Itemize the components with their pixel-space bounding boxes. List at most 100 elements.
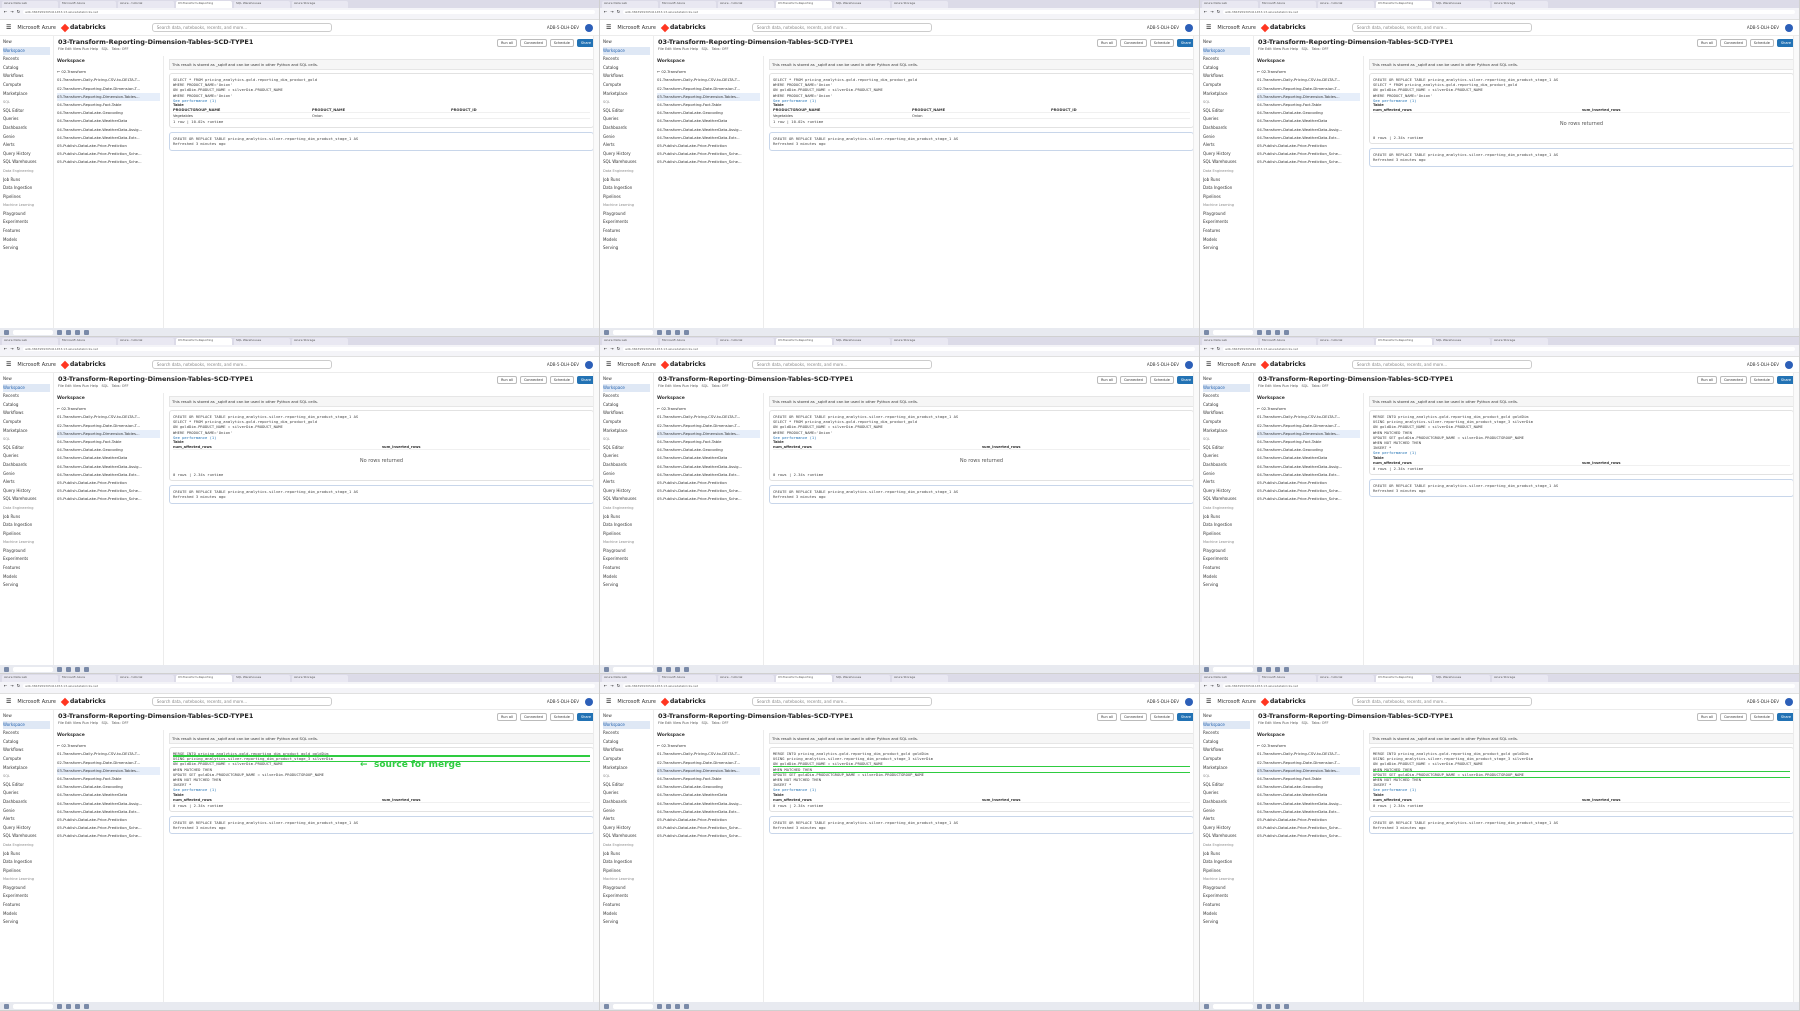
sidebar-item[interactable]: Marketplace xyxy=(3,427,50,436)
sidebar-item[interactable]: Dashboards xyxy=(603,124,650,133)
sidebar-item[interactable]: Recents xyxy=(3,729,50,738)
workspace-file-item[interactable]: 05-Publish-DataLake-Price-Prediction_Sch… xyxy=(1257,832,1360,840)
workspace-file-item[interactable]: 05-Publish-DataLake-Price-Prediction_Sch… xyxy=(657,150,760,158)
forward-icon[interactable]: → xyxy=(610,683,613,688)
browser-tab[interactable]: Azure - tutorial xyxy=(718,675,774,682)
workspace-file-item[interactable]: 03-Transform-Reporting-Dimension-Tables.… xyxy=(657,429,760,438)
sidebar-item[interactable]: Compute xyxy=(3,755,50,764)
workspace-file-item[interactable]: 01-Transform-Daily-Pricing-CSV-to-DELTA-… xyxy=(657,413,760,421)
sidebar-item[interactable]: Recents xyxy=(3,55,50,64)
workspace-file-item[interactable]: 03-Transform-Reporting-Dimension-Tables.… xyxy=(57,429,160,438)
taskbar-search[interactable] xyxy=(13,329,53,335)
workspace-file-item[interactable]: 03-Transform-Reporting-Dimension-Tables.… xyxy=(57,766,160,775)
workspace-file-item[interactable]: 04-Transform-DataLake-Geocoding xyxy=(57,446,160,454)
workspace-file-item[interactable]: 04-Transform-DataLake-WeatherData-Assig.… xyxy=(57,126,160,134)
column-header[interactable]: num_inserted_rows xyxy=(382,797,591,802)
app-icon[interactable] xyxy=(1266,666,1271,672)
sidebar-item[interactable]: Queries xyxy=(3,115,50,124)
code-editor[interactable]: CREATE OR REPLACE TABLE pricing_analytic… xyxy=(173,414,590,435)
notebook-cell[interactable]: MERGE INTO pricing_analytics.gold.report… xyxy=(1369,410,1794,475)
browser-tab-active[interactable]: 03-Transform-Reporting xyxy=(776,1,832,8)
sidebar-item[interactable]: Experiments xyxy=(603,555,650,564)
sidebar-item[interactable]: Genie xyxy=(603,807,650,816)
sidebar-item[interactable]: Alerts xyxy=(3,478,50,487)
workspace-file-item[interactable]: 04-Transform-DataLake-WeatherData xyxy=(57,454,160,462)
start-icon[interactable] xyxy=(1204,329,1209,335)
notebook-menu[interactable]: File Edit View Run Help SQL Tabs: OFF xyxy=(658,384,1195,388)
sidebar-item[interactable]: SQL Warehouses xyxy=(3,832,50,841)
workspace-file-item[interactable]: 05-Publish-DataLake-Price-Prediction_Sch… xyxy=(1257,487,1360,495)
column-header[interactable]: PRODUCT_ID xyxy=(1051,107,1190,112)
connect-button[interactable]: Connected xyxy=(519,713,547,721)
app-icon[interactable] xyxy=(66,329,71,335)
sidebar-item[interactable]: Serving xyxy=(603,244,650,253)
sidebar-item[interactable]: Query History xyxy=(603,824,650,833)
workspace-file-item[interactable]: 04-Transform-Reporting-Fact-Table xyxy=(657,101,760,109)
schedule-button[interactable]: Schedule xyxy=(1149,376,1174,384)
browser-tab[interactable]: Azure Data Lab xyxy=(1202,1,1258,8)
app-icon[interactable] xyxy=(1275,1003,1280,1009)
back-icon[interactable]: ← xyxy=(604,346,607,351)
sidebar-item[interactable]: Workflows xyxy=(603,72,650,81)
sidebar-item[interactable]: Features xyxy=(3,227,50,236)
sidebar-item[interactable]: Serving xyxy=(3,581,50,590)
sidebar-item[interactable]: Alerts xyxy=(603,478,650,487)
databricks-logo[interactable]: databricks xyxy=(60,697,106,706)
sidebar-item[interactable]: Query History xyxy=(603,150,650,159)
back-icon[interactable]: ← xyxy=(1204,346,1207,351)
sidebar-item[interactable]: SQL Warehouses xyxy=(3,158,50,167)
workspace-file-item[interactable]: 05-Publish-DataLake-Price-Prediction xyxy=(657,816,760,824)
sidebar-item[interactable]: Queries xyxy=(3,452,50,461)
workspace-file-item[interactable]: 04-Transform-DataLake-WeatherData-Extr..… xyxy=(1257,134,1360,142)
menu-icon[interactable]: ☰ xyxy=(606,361,611,368)
back-icon[interactable]: ← xyxy=(4,346,7,351)
menu-icon[interactable]: ☰ xyxy=(6,698,11,705)
code-editor[interactable]: MERGE INTO pricing_analytics.gold.report… xyxy=(773,751,1190,787)
sidebar-item[interactable]: Pipelines xyxy=(603,530,650,539)
connect-button[interactable]: Connected xyxy=(1719,39,1747,47)
sidebar-item[interactable]: Workflows xyxy=(3,746,50,755)
sidebar-item[interactable]: Models xyxy=(603,236,650,245)
browser-tab[interactable]: Azure Data Lab xyxy=(2,338,58,345)
taskbar-search[interactable] xyxy=(613,329,653,335)
sidebar-item[interactable]: Queries xyxy=(1203,789,1250,798)
forward-icon[interactable]: → xyxy=(610,9,613,14)
connect-button[interactable]: Connected xyxy=(519,376,547,384)
start-icon[interactable] xyxy=(604,666,609,672)
sidebar-item[interactable]: Features xyxy=(1203,901,1250,910)
browser-tab[interactable]: Microsoft Azure xyxy=(660,675,716,682)
taskbar-search[interactable] xyxy=(1213,666,1253,672)
connect-button[interactable]: Connected xyxy=(1719,713,1747,721)
column-header[interactable]: num_inserted_rows xyxy=(1582,460,1791,465)
sidebar-item[interactable]: Models xyxy=(603,910,650,919)
sidebar-item[interactable]: Query History xyxy=(3,150,50,159)
databricks-logo[interactable]: databricks xyxy=(60,360,106,369)
notebook-menu[interactable]: File Edit View Run Help SQL Tabs: OFF xyxy=(58,47,595,51)
column-header[interactable]: num_inserted_rows xyxy=(382,444,591,449)
workspace-file-item[interactable]: 01-Transform-Daily-Pricing-CSV-to-DELTA-… xyxy=(57,413,160,421)
sidebar-item[interactable]: Queries xyxy=(1203,452,1250,461)
sidebar-item[interactable]: Serving xyxy=(3,918,50,927)
sidebar-item[interactable]: Playground xyxy=(1203,210,1250,219)
workspace-env-label[interactable]: ADB-5-DLH-DEV xyxy=(1147,362,1179,367)
workspace-file-item[interactable]: 05-Publish-DataLake-Price-Prediction_Sch… xyxy=(657,487,760,495)
tabs-toggle[interactable]: Tabs: OFF xyxy=(1312,721,1329,725)
sidebar-item[interactable]: Playground xyxy=(1203,547,1250,556)
schedule-button[interactable]: Schedule xyxy=(1749,713,1774,721)
app-icon[interactable] xyxy=(666,666,671,672)
workspace-file-item[interactable]: 04-Transform-DataLake-WeatherData xyxy=(657,117,760,125)
sidebar-item[interactable]: Data Ingestion xyxy=(603,858,650,867)
url-field[interactable]: adb-3843959305411453.13.azuredatabricks.… xyxy=(1223,683,1795,688)
sidebar-item[interactable]: Genie xyxy=(603,470,650,479)
workspace-file-item[interactable]: 05-Publish-DataLake-Price-Prediction xyxy=(657,479,760,487)
sidebar-item[interactable]: Workflows xyxy=(603,746,650,755)
workspace-file-item[interactable]: 04-Transform-DataLake-WeatherData-Extr..… xyxy=(657,134,760,142)
sidebar-item[interactable]: Recents xyxy=(1203,392,1250,401)
app-icon[interactable] xyxy=(675,1003,680,1009)
tabs-toggle[interactable]: Tabs: OFF xyxy=(1312,47,1329,51)
column-header[interactable]: num_affected_rows xyxy=(1373,797,1582,802)
workspace-file-item[interactable]: 04-Transform-Reporting-Fact-Table xyxy=(57,101,160,109)
start-icon[interactable] xyxy=(604,329,609,335)
sidebar-item[interactable]: Serving xyxy=(1203,244,1250,253)
reload-icon[interactable]: ↻ xyxy=(1217,683,1220,688)
